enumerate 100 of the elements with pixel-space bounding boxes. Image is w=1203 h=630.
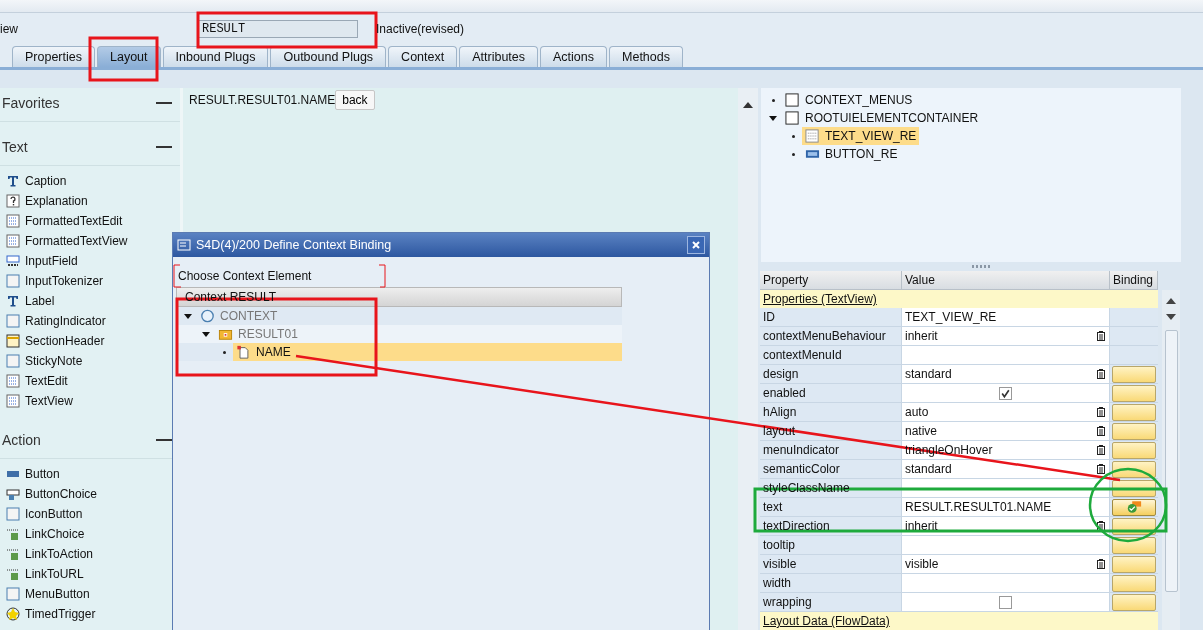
binding-button[interactable]: [1112, 422, 1156, 440]
palette-item[interactable]: FormattedTextView: [25, 234, 128, 248]
palette-item[interactable]: FormattedTextEdit: [25, 214, 123, 228]
palette-item[interactable]: IconButton: [25, 507, 83, 521]
element-icon: [6, 274, 20, 288]
palette-item[interactable]: TextEdit: [25, 374, 68, 388]
value-help-icon[interactable]: [1097, 407, 1105, 417]
binding-button[interactable]: [1112, 555, 1156, 573]
palette-item[interactable]: InputTokenizer: [25, 274, 104, 288]
palette-item[interactable]: Label: [25, 294, 55, 308]
property-name: text: [763, 500, 783, 514]
palette-item[interactable]: LinkToAction: [25, 547, 94, 561]
palette-item[interactable]: TimedTrigger: [25, 607, 96, 621]
tab[interactable]: Methods: [609, 46, 683, 67]
context-node[interactable]: CONTEXT: [197, 307, 281, 325]
palette-item[interactable]: Caption: [25, 174, 67, 188]
expanded-arrow-icon[interactable]: [202, 330, 210, 338]
element-icon: [6, 567, 20, 581]
binding-button[interactable]: [1112, 593, 1156, 611]
section-title: Action: [2, 432, 41, 448]
palette-item[interactable]: LinkChoice: [25, 527, 85, 541]
value-cell[interactable]: TEXT_VIEW_RE: [902, 308, 1110, 326]
bullet-icon: [792, 134, 795, 138]
property-name: ID: [763, 310, 775, 324]
column-header[interactable]: Binding: [1110, 271, 1158, 289]
element-icon: [6, 547, 20, 561]
value-help-icon[interactable]: [1097, 426, 1105, 436]
tab[interactable]: Properties: [12, 46, 95, 67]
close-button[interactable]: [687, 236, 705, 254]
palette-item[interactable]: RatingIndicator: [25, 314, 106, 328]
palette-item[interactable]: Explanation: [25, 194, 88, 208]
tab[interactable]: Attributes: [459, 46, 538, 67]
value-cell[interactable]: [902, 536, 1110, 554]
value-cell[interactable]: [902, 574, 1110, 592]
value-cell[interactable]: inherit: [902, 327, 1110, 345]
binding-button[interactable]: [1112, 441, 1156, 459]
palette-item[interactable]: Button: [25, 467, 60, 481]
palette-item[interactable]: MenuButton: [25, 587, 90, 601]
section-title: Favorites: [2, 95, 60, 111]
value-cell[interactable]: standard: [902, 460, 1110, 478]
scroll-up-icon[interactable]: [743, 102, 753, 108]
palette-item[interactable]: InputField: [25, 254, 78, 268]
value-cell[interactable]: [902, 384, 1110, 402]
view-name-field[interactable]: RESULT: [198, 20, 358, 38]
tab[interactable]: Actions: [540, 46, 607, 67]
expanded-arrow-icon[interactable]: [184, 312, 192, 320]
ui-element-node[interactable]: TEXT_VIEW_RE: [802, 127, 920, 145]
checkbox[interactable]: [998, 386, 1012, 400]
binding-button[interactable]: [1112, 365, 1156, 383]
context-node[interactable]: RESULT01: [215, 325, 301, 343]
value-help-icon[interactable]: [1097, 369, 1105, 379]
value-help-icon[interactable]: [1097, 331, 1105, 341]
back-button[interactable]: back: [335, 90, 375, 110]
value-help-icon[interactable]: [1097, 445, 1105, 455]
value-cell[interactable]: native: [902, 422, 1110, 440]
property-name: hAlign: [763, 405, 797, 419]
expanded-arrow-icon[interactable]: [769, 114, 777, 122]
window-icon: [177, 239, 191, 251]
splitter-handle[interactable]: [971, 265, 990, 268]
value-cell[interactable]: auto: [902, 403, 1110, 421]
binding-button[interactable]: [1112, 403, 1156, 421]
scroll-thumb[interactable]: [1164, 330, 1178, 592]
scroll-down-icon[interactable]: [1166, 314, 1176, 320]
bullet-icon: [772, 98, 775, 102]
status-text: Inactive(revised): [376, 22, 465, 36]
property-name: tooltip: [763, 538, 796, 552]
tab[interactable]: Layout: [97, 46, 161, 67]
context-node[interactable]: NAME: [233, 343, 622, 361]
palette-item[interactable]: LinkToURL: [25, 567, 84, 581]
palette-item[interactable]: TextView: [25, 394, 73, 408]
value-help-icon[interactable]: [1097, 464, 1105, 474]
column-header[interactable]: Property: [760, 271, 902, 289]
element-icon: [6, 394, 20, 408]
element-icon: [6, 194, 20, 208]
palette-item[interactable]: ButtonChoice: [25, 487, 98, 501]
binding-button[interactable]: [1112, 574, 1156, 592]
scrollbar[interactable]: [738, 88, 758, 630]
ui-element-node[interactable]: BUTTON_RE: [802, 145, 901, 163]
binding-button[interactable]: [1112, 498, 1156, 516]
value-help-icon[interactable]: [1097, 521, 1105, 531]
value-cell[interactable]: visible: [902, 555, 1110, 573]
scroll-up-icon[interactable]: [1166, 298, 1176, 304]
square-icon: [785, 93, 800, 107]
binding-button[interactable]: [1112, 384, 1156, 402]
value-cell[interactable]: standard: [902, 365, 1110, 383]
tab[interactable]: Context: [388, 46, 458, 67]
palette-item[interactable]: SectionHeader: [25, 334, 105, 348]
palette-item[interactable]: StickyNote: [25, 354, 83, 368]
value-cell[interactable]: RESULT.RESULT01.NAME: [902, 498, 1110, 516]
value-help-icon[interactable]: [1097, 559, 1105, 569]
property-name: semanticColor: [763, 462, 840, 476]
scrollbar[interactable]: [1162, 290, 1180, 630]
value-cell[interactable]: [902, 593, 1110, 611]
text-lines-icon: [805, 129, 820, 143]
checkbox[interactable]: [998, 595, 1012, 609]
ui-element-node[interactable]: CONTEXT_MENUS: [782, 91, 916, 109]
dialog-title: S4D(4)/200 Define Context Binding: [196, 238, 393, 252]
ui-element-node[interactable]: ROOTUIELEMENTCONTAINER: [782, 109, 982, 127]
value-cell[interactable]: [902, 346, 1110, 364]
column-header[interactable]: Value: [902, 271, 1110, 289]
